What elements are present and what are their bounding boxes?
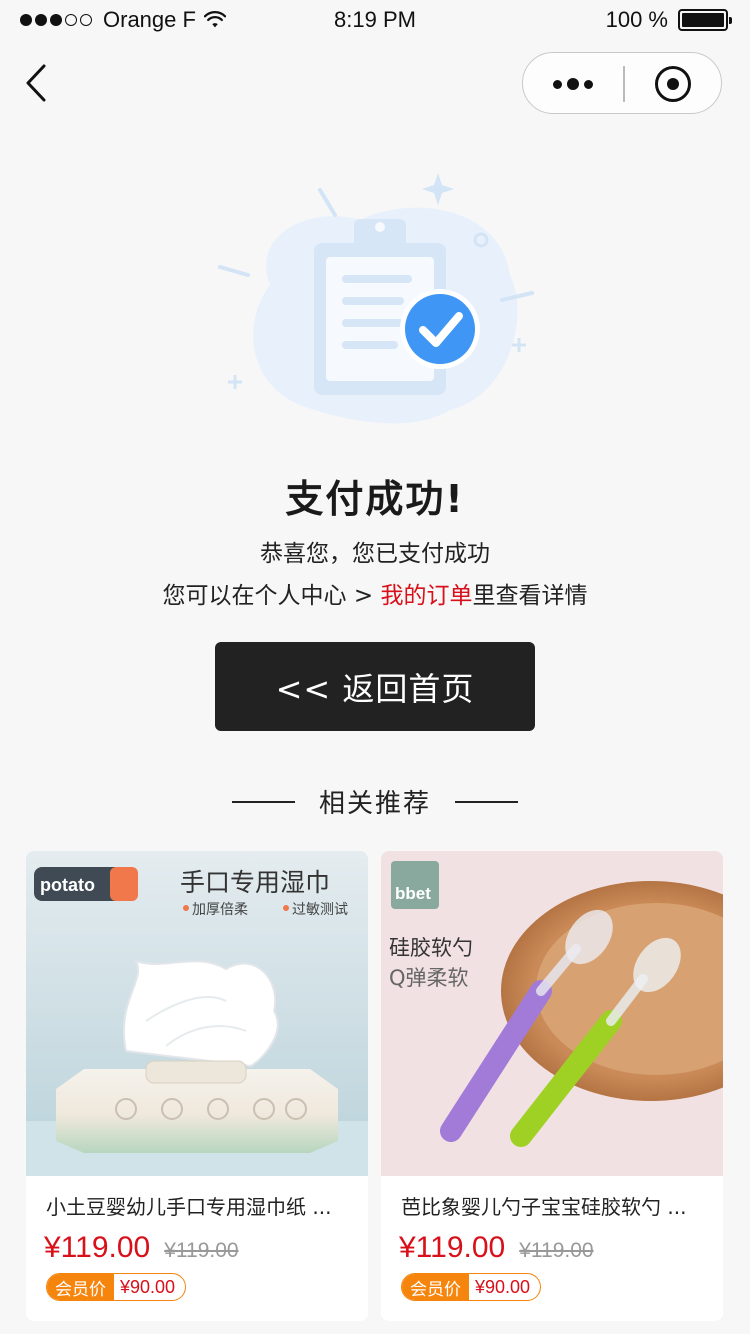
product-name: 芭比象婴儿勺子宝宝硅胶软勺 ...	[401, 1195, 687, 1219]
mini-program-capsule	[522, 52, 722, 114]
brand-logo-text: potato	[40, 875, 95, 895]
target-close-icon	[655, 66, 691, 102]
product-image-spoon: bbet 硅胶软勺 Q弹柔软	[381, 851, 723, 1176]
more-dots-icon	[553, 79, 562, 89]
recommend-title: 相关推荐	[318, 789, 431, 819]
more-button[interactable]	[523, 53, 623, 115]
status-bar: Orange F 8:19 PM 100 %	[0, 0, 750, 40]
back-home-button[interactable]: << 返回首页	[215, 642, 535, 731]
member-label: 会员价	[47, 1274, 114, 1300]
my-orders-link[interactable]: 我的订单	[380, 583, 472, 609]
battery-status: 100 %	[605, 7, 732, 33]
clipboard-check-icon	[218, 173, 534, 424]
order-hint: 您可以在个人中心 > 我的订单里查看详情	[0, 576, 750, 610]
original-price: ¥119.00	[519, 1239, 594, 1262]
member-price: ¥90.00	[120, 1276, 176, 1297]
close-button[interactable]	[623, 53, 723, 115]
image-subheading: Q弹柔软	[389, 966, 469, 990]
battery-icon	[678, 9, 732, 31]
product-price: ¥119.00	[44, 1231, 151, 1264]
image-tag: 加厚倍柔	[192, 902, 248, 918]
battery-percent: 100 %	[605, 7, 668, 32]
chevron-left-icon	[26, 64, 46, 102]
brand-logo-text: bbet	[395, 884, 431, 903]
image-heading: 手口专用湿巾	[180, 868, 330, 897]
more-dots-icon	[584, 79, 593, 89]
member-price: ¥90.00	[475, 1276, 531, 1297]
product-card[interactable]: potato 手口专用湿巾 加厚倍柔 过敏测试 小土豆婴幼儿手口专用湿巾纸 ..…	[26, 851, 368, 1321]
product-card[interactable]: bbet 硅胶软勺 Q弹柔软 芭比象婴儿勺子宝宝硅胶软勺 ... ¥119.00…	[381, 851, 723, 1321]
recommend-header: 相关推荐	[0, 783, 750, 820]
product-image-wipes: potato 手口专用湿巾 加厚倍柔 过敏测试	[26, 851, 368, 1176]
member-price-tag: 会员价 ¥90.00	[401, 1273, 542, 1301]
back-button[interactable]	[20, 62, 54, 104]
divider	[455, 800, 518, 803]
image-tag: 过敏测试	[292, 902, 348, 918]
member-price-tag: 会员价 ¥90.00	[46, 1273, 187, 1301]
original-price: ¥119.00	[164, 1239, 239, 1262]
price-row: ¥119.00 ¥119.00	[44, 1231, 239, 1265]
product-price: ¥119.00	[399, 1231, 506, 1264]
order-hint-suffix: 里查看详情	[472, 583, 588, 609]
more-dots-icon	[567, 78, 579, 90]
price-row: ¥119.00 ¥119.00	[399, 1231, 594, 1265]
divider	[231, 800, 295, 803]
success-title: 支付成功!	[285, 477, 465, 521]
image-heading: 硅胶软勺	[389, 936, 473, 960]
success-message: 恭喜您，您已支付成功	[260, 541, 490, 567]
member-label: 会员价	[402, 1274, 469, 1300]
order-hint-prefix: 您可以在个人中心 >	[162, 583, 381, 609]
product-name: 小土豆婴幼儿手口专用湿巾纸 ...	[46, 1195, 332, 1219]
